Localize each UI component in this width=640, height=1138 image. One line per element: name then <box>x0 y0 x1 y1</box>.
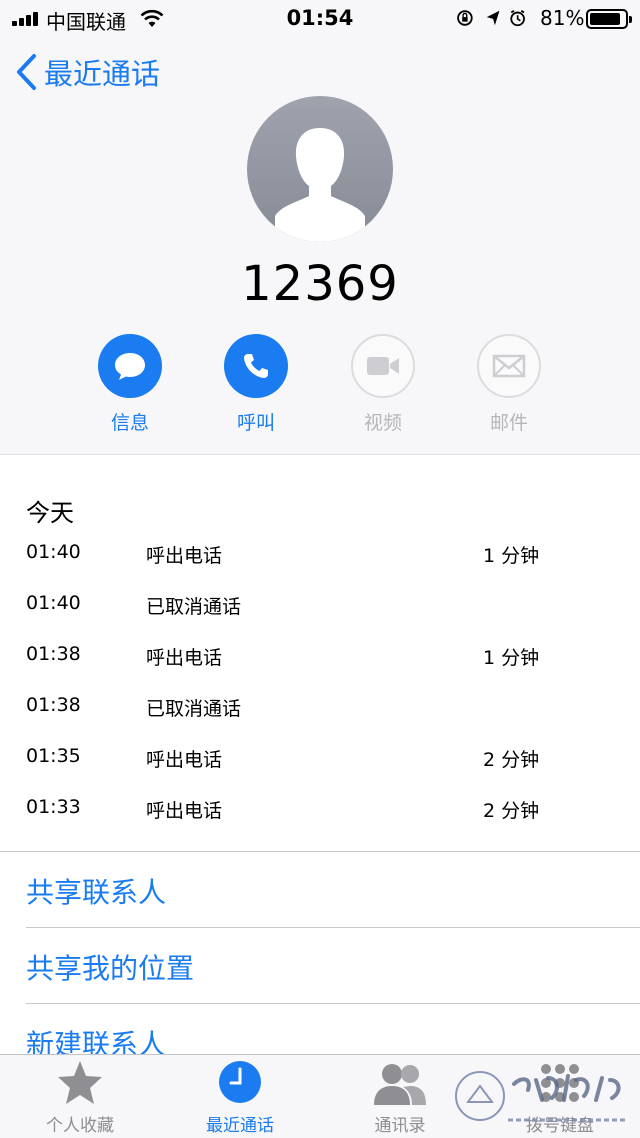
forum-watermark-logo <box>455 1071 628 1122</box>
call-kind: 呼出电话 <box>146 749 223 771</box>
battery-icon <box>586 9 632 29</box>
share-location-link[interactable]: 共享我的位置 <box>26 947 194 987</box>
tab-label: 通讯录 <box>374 1116 426 1136</box>
message-icon <box>115 353 145 380</box>
divider <box>26 927 640 928</box>
divider <box>26 1003 640 1004</box>
tab-label: 个人收藏 <box>46 1116 114 1136</box>
tab-contacts[interactable]: 通讯录 <box>336 1055 464 1138</box>
video-icon <box>367 357 399 375</box>
message-button[interactable]: 信息 <box>97 334 163 435</box>
location-icon <box>486 10 500 26</box>
call-button[interactable]: 呼叫 <box>223 334 289 435</box>
mail-label: 邮件 <box>489 412 528 434</box>
call-kind: 已取消通话 <box>146 698 242 720</box>
call-time: 01:40 <box>26 541 81 563</box>
call-time: 01:35 <box>26 745 81 767</box>
contact-number: 12369 <box>241 256 399 312</box>
status-icons <box>457 9 525 27</box>
call-duration: 1 分钟 <box>483 647 540 669</box>
call-duration: 1 分钟 <box>483 545 540 567</box>
clock-icon <box>219 1061 261 1103</box>
star-icon <box>58 1061 102 1104</box>
battery-percent: 81% <box>540 6 585 30</box>
call-record-row: 01:33 呼出电话 2 分钟 <box>0 788 640 828</box>
call-label: 呼叫 <box>236 412 275 434</box>
mail-button[interactable]: 邮件 <box>476 334 542 435</box>
call-record-row: 01:38 呼出电话 1 分钟 <box>0 635 640 675</box>
tab-label: 最近通话 <box>206 1116 274 1136</box>
call-record-row: 01:40 呼出电话 1 分钟 <box>0 533 640 573</box>
call-record-row: 01:35 呼出电话 2 分钟 <box>0 737 640 777</box>
call-kind: 呼出电话 <box>146 647 223 669</box>
call-time: 01:33 <box>26 796 81 818</box>
call-kind: 呼出电话 <box>146 545 223 567</box>
call-duration: 2 分钟 <box>483 800 540 822</box>
contacts-icon <box>374 1064 426 1105</box>
person-silhouette-icon <box>275 128 365 242</box>
back-button[interactable]: 最近通话 <box>14 52 160 92</box>
recents-section-title: 今天 <box>26 499 74 527</box>
contact-avatar <box>247 96 393 242</box>
call-duration: 2 分钟 <box>483 749 540 771</box>
call-record-row: 01:38 已取消通话 <box>0 686 640 726</box>
tab-favorites[interactable]: 个人收藏 <box>16 1055 144 1138</box>
call-kind: 已取消通话 <box>146 596 242 618</box>
tab-recents[interactable]: 最近通话 <box>176 1055 304 1138</box>
call-record-row: 01:40 已取消通话 <box>0 584 640 624</box>
orientation-lock-icon <box>457 10 473 26</box>
video-label: 视频 <box>363 412 402 434</box>
call-time: 01:38 <box>26 643 81 665</box>
video-button[interactable]: 视频 <box>350 334 416 435</box>
share-contact-link[interactable]: 共享联系人 <box>26 871 166 911</box>
alarm-icon <box>510 9 525 27</box>
mail-icon <box>492 354 526 378</box>
back-label: 最近通话 <box>44 57 161 91</box>
chevron-left-icon <box>17 54 36 90</box>
divider <box>0 851 640 852</box>
call-time: 01:38 <box>26 694 81 716</box>
call-kind: 呼出电话 <box>146 800 223 822</box>
status-bar: 中国联通 01:54 81% <box>0 0 640 40</box>
message-label: 信息 <box>110 412 149 434</box>
call-time: 01:40 <box>26 592 81 614</box>
phone-icon <box>244 354 268 378</box>
